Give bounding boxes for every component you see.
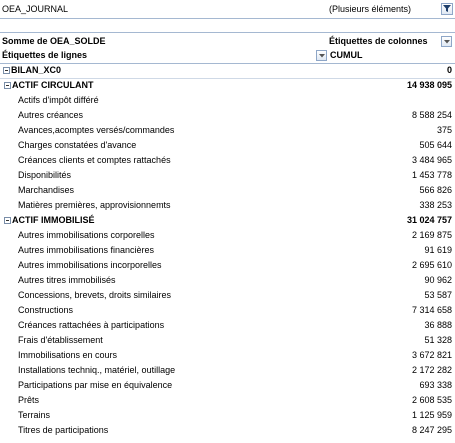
row-value: 338 253 — [419, 200, 452, 210]
pivot-row: Avances,acomptes versés/commandes 375 — [0, 123, 455, 138]
row-label: Autres immobilisations incorporelles — [18, 260, 162, 270]
row-value: 53 587 — [424, 290, 452, 300]
pivot-row: Frais d'établissement 51 328 — [0, 333, 455, 348]
pivot-row: Autres immobilisations corporelles 2 169… — [0, 228, 455, 243]
row-value: 0 — [446, 65, 452, 75]
row-value: 566 826 — [419, 185, 452, 195]
column-labels-dropdown-icon[interactable] — [441, 36, 452, 47]
row-value: 505 644 — [419, 140, 452, 150]
row-value: 2 608 535 — [411, 395, 452, 405]
pivot-row: Concessions, brevets, droits similaires … — [0, 288, 455, 303]
row-value: 2 169 875 — [411, 230, 452, 240]
pivot-row: Autres immobilisations financières 91 61… — [0, 243, 455, 258]
row-value: 693 338 — [419, 380, 452, 390]
pivot-row: Charges constatées d'avance 505 644 — [0, 138, 455, 153]
row-labels-dropdown-icon[interactable] — [316, 50, 327, 61]
row-label: Concessions, brevets, droits similaires — [18, 290, 172, 300]
row-label: Créances clients et comptes rattachés — [18, 155, 171, 165]
collapse-icon[interactable] — [3, 67, 10, 74]
pivot-row: Participations par mise en équivalence 6… — [0, 378, 455, 393]
pivot-row: Disponibilités 1 453 778 — [0, 168, 455, 183]
pivot-row: Autres titres immobilisés 90 962 — [0, 273, 455, 288]
pivot-header-rows: Étiquettes de lignes CUMUL — [0, 47, 455, 64]
row-label: Participations par mise en équivalence — [18, 380, 173, 390]
row-label: Avances,acomptes versés/commandes — [18, 125, 175, 135]
pivot-row: Constructions 7 314 658 — [0, 303, 455, 318]
collapse-icon[interactable] — [4, 82, 11, 89]
row-value: 2 695 610 — [411, 260, 452, 270]
row-label: Autres créances — [18, 110, 84, 120]
row-value: 3 672 821 — [411, 350, 452, 360]
pivot-row: Terrains 1 125 959 — [0, 408, 455, 423]
row-value: 1 125 959 — [411, 410, 452, 420]
row-label: Installations techniq., matériel, outill… — [18, 365, 176, 375]
pivot-row: Créances clients et comptes rattachés 3 … — [0, 153, 455, 168]
row-label: Prêts — [18, 395, 40, 405]
row-label: Titres de participations — [18, 425, 109, 435]
row-labels-header: Étiquettes de lignes — [2, 50, 88, 60]
pivot-row: Immobilisations en cours 3 672 821 — [0, 348, 455, 363]
row-label: Immobilisations en cours — [18, 350, 118, 360]
pivot-row: Matières premières, approvisionnemts 338… — [0, 198, 455, 213]
row-label: Autres immobilisations financières — [18, 245, 155, 255]
row-value: 2 172 282 — [411, 365, 452, 375]
pivot-row: Titres de participations 8 247 295 — [0, 423, 455, 438]
pivot-row: Installations techniq., matériel, outill… — [0, 363, 455, 378]
row-label: ACTIF CIRCULANT — [12, 80, 94, 90]
row-value: 7 314 658 — [411, 305, 452, 315]
row-label: Frais d'établissement — [18, 335, 103, 345]
row-label: ACTIF IMMOBILISÉ — [12, 215, 95, 225]
row-label: Créances rattachées à participations — [18, 320, 165, 330]
pivot-row: Marchandises 566 826 — [0, 183, 455, 198]
row-label: Autres immobilisations corporelles — [18, 230, 155, 240]
filter-field-value[interactable]: (Plusieurs éléments) — [329, 1, 411, 17]
filter-funnel-icon[interactable] — [441, 3, 453, 15]
row-value: 51 328 — [424, 335, 452, 345]
report-filter-row: OEA_JOURNAL (Plusieurs éléments) — [0, 1, 455, 19]
row-label: Autres titres immobilisés — [18, 275, 116, 285]
pivot-row-bilan: BILAN_XC0 0 — [0, 63, 455, 79]
row-value: 31 024 757 — [406, 215, 452, 225]
row-value: 1 453 778 — [411, 170, 452, 180]
row-label: BILAN_XC0 — [11, 65, 62, 75]
row-value: 8 588 254 — [411, 110, 452, 120]
row-value: 36 888 — [424, 320, 452, 330]
row-value: 90 962 — [424, 275, 452, 285]
row-label: Marchandises — [18, 185, 75, 195]
pivot-row: Créances rattachées à participations 36 … — [0, 318, 455, 333]
row-label: Charges constatées d'avance — [18, 140, 137, 150]
pivot-row: Prêts 2 608 535 — [0, 393, 455, 408]
pivot-row: Actifs d'impôt différé — [0, 93, 455, 108]
row-label: Matières premières, approvisionnemts — [18, 200, 171, 210]
pivot-row: Autres immobilisations incorporelles 2 6… — [0, 258, 455, 273]
row-label: Disponibilités — [18, 170, 72, 180]
pivot-row-actif-circulant: ACTIF CIRCULANT 14 938 095 — [0, 78, 455, 93]
row-value: 14 938 095 — [406, 80, 452, 90]
column-item-header: CUMUL — [330, 50, 363, 60]
pivot-row: Autres créances 8 588 254 — [0, 108, 455, 123]
row-value: 91 619 — [424, 245, 452, 255]
row-value: 375 — [436, 125, 452, 135]
row-label: Constructions — [18, 305, 74, 315]
row-value: 8 247 295 — [411, 425, 452, 435]
pivot-row-actif-immobilise: ACTIF IMMOBILISÉ 31 024 757 — [0, 213, 455, 228]
row-label: Terrains — [18, 410, 51, 420]
collapse-icon[interactable] — [4, 217, 11, 224]
filter-field-label: OEA_JOURNAL — [2, 4, 69, 14]
row-label: Actifs d'impôt différé — [18, 95, 99, 105]
row-value: 3 484 965 — [411, 155, 452, 165]
